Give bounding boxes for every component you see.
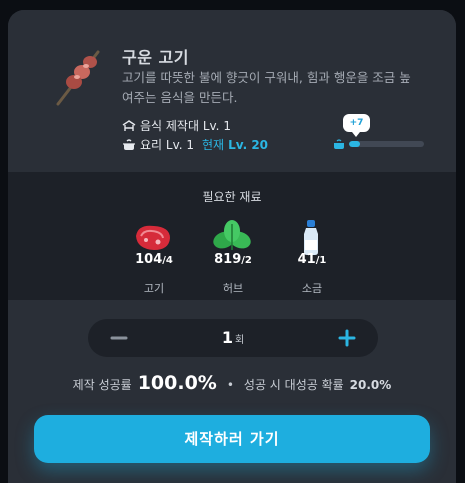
workbench-icon <box>122 119 136 131</box>
material-name: 고기 <box>143 282 165 295</box>
current-level-label: 현재 <box>202 138 225 152</box>
current-level-value: Lv. 20 <box>228 137 269 152</box>
requirement-workbench-label: 음식 제작대 Lv. 1 <box>140 119 231 133</box>
plus-icon[interactable] <box>336 327 358 349</box>
material-meat[interactable]: 104/4 고기 <box>124 218 184 298</box>
skewer-meat-icon <box>56 50 100 106</box>
great-success-label: 성공 시 대성공 확률 <box>243 378 344 392</box>
exp-progress-fill <box>349 141 361 147</box>
crafting-panel: 구운 고기 고기를 따뜻한 불에 향긋이 구워내, 힘과 행운을 조금 높여주는… <box>8 10 456 483</box>
recipe-header: 구운 고기 고기를 따뜻한 불에 향긋이 구워내, 힘과 행운을 조금 높여주는… <box>8 10 456 172</box>
cooking-pot-icon <box>334 139 344 149</box>
recipe-description: 고기를 따뜻한 불에 향긋이 구워내, 힘과 행운을 조금 높여주는 음식을 만… <box>122 70 411 105</box>
material-count: 819/2 <box>214 252 252 267</box>
quantity-value: 1회 <box>221 328 245 347</box>
material-name: 소금 <box>301 282 323 295</box>
material-herb[interactable]: 819/2 허브 <box>203 218 263 298</box>
requirement-cooking-label: 요리 Lv. 1 <box>140 138 195 152</box>
exp-progress-bar <box>349 141 424 147</box>
requirement-workbench: 음식 제작대 Lv. 1 <box>122 117 231 134</box>
recipe-title: 구운 고기 <box>122 48 189 67</box>
materials-section: 필요한 재료 104/4 고기 819/2 허브 41/1 소금 <box>8 172 456 300</box>
cooking-pot-icon <box>123 138 135 150</box>
material-name: 허브 <box>222 282 244 295</box>
material-count: 104/4 <box>135 252 173 267</box>
quantity-stepper: 1회 <box>88 319 378 357</box>
material-count: 41/1 <box>297 252 327 267</box>
success-rate-value: 100.0% <box>137 372 217 394</box>
materials-title: 필요한 재료 <box>202 190 262 204</box>
exp-gain-badge: +7 <box>343 114 370 137</box>
success-rates: 제작 성공률 100.0% • 성공 시 대성공 확률 20.0% <box>8 372 456 394</box>
material-salt[interactable]: 41/1 소금 <box>282 218 342 298</box>
requirement-cooking: 요리 Lv. 1 현재 Lv. 20 <box>122 136 268 153</box>
great-success-value: 20.0% <box>349 378 392 392</box>
go-craft-button[interactable]: 제작하러 가기 <box>34 415 430 463</box>
success-rate-label: 제작 성공률 <box>72 378 132 392</box>
separator-dot: • <box>226 378 234 392</box>
